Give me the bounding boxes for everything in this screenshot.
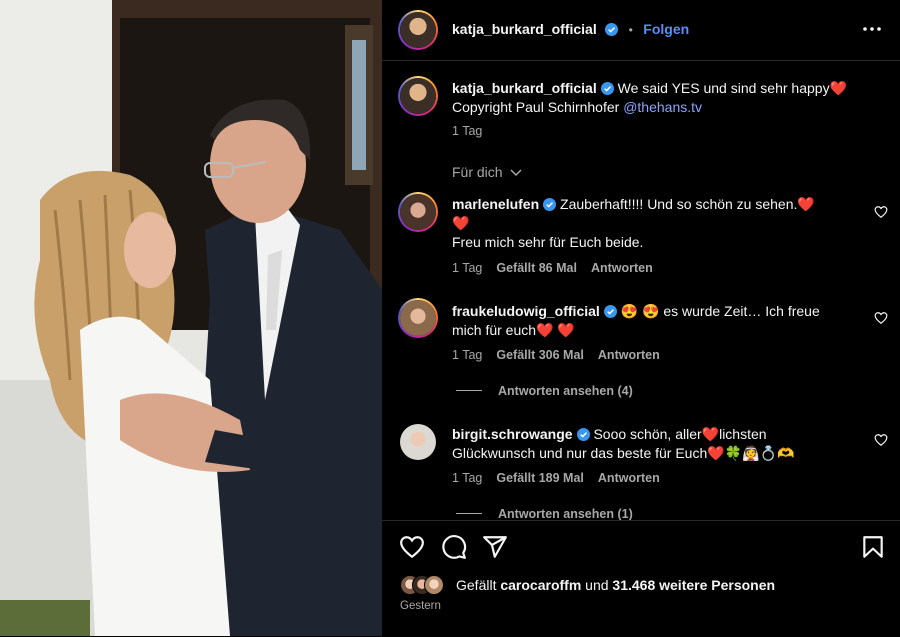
comment-likes[interactable]: Gefällt 189 Mal (496, 471, 584, 485)
comment-text: fraukeludowig_official 😍 😍 es wurde Zeit… (452, 302, 862, 340)
heart-icon[interactable] (399, 534, 425, 560)
caption-copyright: Copyright Paul Schirnhofer (452, 99, 624, 115)
author-avatar[interactable] (398, 10, 438, 50)
comment-body: ❤️ (452, 215, 470, 231)
comment-reply-button[interactable]: Antworten (598, 348, 660, 362)
verified-badge-icon (543, 198, 557, 211)
comment-reply-button[interactable]: Antworten (598, 471, 660, 485)
comment-likes[interactable]: Gefällt 86 Mal (496, 261, 577, 275)
wedding-photo-illustration (0, 0, 382, 636)
comment-body: Sooo schön, aller❤️lichsten (593, 426, 767, 442)
comment-likes[interactable]: Gefällt 306 Mal (496, 348, 584, 362)
verified-badge-icon (603, 305, 617, 318)
comments-list[interactable]: katja_burkard_official We said YES und s… (382, 60, 900, 520)
commenter-avatar[interactable] (400, 424, 436, 460)
verified-badge-icon (605, 23, 619, 36)
liker-avatars[interactable] (400, 575, 452, 595)
caption-username[interactable]: katja_burkard_official (452, 80, 597, 96)
post-header: katja_burkard_official • Folgen (382, 0, 900, 61)
separator-dot: • (628, 23, 633, 37)
chevron-down-icon (510, 169, 522, 177)
likes-mid: und (581, 577, 613, 593)
comment-reply-button[interactable]: Antworten (591, 261, 653, 275)
comment-text: birgit.schrowange Sooo schön, aller❤️lic… (452, 425, 862, 463)
comment-like-heart-icon[interactable] (874, 205, 888, 219)
follow-button[interactable]: Folgen (643, 21, 689, 37)
comment-time: 1 Tag (452, 261, 483, 275)
comment-time: 1 Tag (452, 471, 483, 485)
comment-like-heart-icon[interactable] (874, 433, 888, 447)
comment-username[interactable]: fraukeludowig_official (452, 303, 600, 319)
post-date: Gestern (400, 600, 441, 612)
post-side-panel: katja_burkard_official • Folgen katja_bu… (382, 0, 900, 637)
comment-username[interactable]: birgit.schrowange (452, 426, 573, 442)
comment-filter-dropdown[interactable]: Für dich (452, 164, 522, 180)
comment-text: marlenelufen Zauberhaft!!!! Und so schön… (452, 195, 862, 252)
comment-time: 1 Tag (452, 348, 483, 362)
caption-text: We said YES und sind sehr happy❤️ (617, 80, 848, 96)
comment-body: mich für euch❤️ ❤️ (452, 322, 575, 338)
comment-body: 😍 😍 es wurde Zeit… Ich freue (620, 303, 820, 319)
comment-meta: 1 Tag Gefällt 189 Mal Antworten (452, 471, 660, 485)
caption-mention-link[interactable]: @thehans.tv (623, 99, 702, 115)
comment-body: Freu mich sehr für Euch beide. (452, 234, 644, 250)
comment-body: Glückwunsch und nur das beste für Euch❤️… (452, 445, 795, 461)
verified-badge-icon (576, 428, 590, 441)
verified-badge-icon (600, 82, 614, 95)
instagram-post-view: katja_burkard_official • Folgen katja_bu… (0, 0, 900, 637)
comment-icon[interactable] (441, 534, 467, 560)
commenter-avatar[interactable] (398, 192, 438, 232)
comment-filter-label: Für dich (452, 164, 503, 180)
commenter-avatar[interactable] (398, 298, 438, 338)
view-replies-button[interactable]: Antworten ansehen (1) (456, 507, 633, 520)
comment-username[interactable]: marlenelufen (452, 196, 539, 212)
view-replies-button[interactable]: Antworten ansehen (4) (456, 384, 633, 398)
caption-time: 1 Tag (452, 124, 483, 138)
comment-meta: 1 Tag Gefällt 306 Mal Antworten (452, 348, 660, 362)
caption: katja_burkard_official We said YES und s… (452, 79, 862, 117)
bookmark-icon[interactable] (860, 534, 886, 560)
likes-prefix: Gefällt (456, 577, 501, 593)
post-actions-bar: Gefällt carocaroffm und 31.468 weitere P… (382, 520, 900, 637)
post-photo[interactable] (0, 0, 382, 636)
view-replies-label: Antworten ansehen (1) (498, 507, 633, 520)
share-icon[interactable] (482, 534, 508, 560)
author-username[interactable]: katja_burkard_official (452, 21, 597, 37)
likes-user-link[interactable]: carocaroffm (500, 577, 581, 593)
liker-avatar (424, 575, 444, 595)
more-options-icon[interactable] (862, 22, 882, 36)
view-replies-label: Antworten ansehen (4) (498, 384, 633, 398)
comment-body: Zauberhaft!!!! Und so schön zu sehen.❤️ (560, 196, 815, 212)
likes-count[interactable]: 31.468 weitere Personen (612, 577, 775, 593)
comment-like-heart-icon[interactable] (874, 311, 888, 325)
likes-summary[interactable]: Gefällt carocaroffm und 31.468 weitere P… (456, 577, 775, 593)
comment-meta: 1 Tag Gefällt 86 Mal Antworten (452, 261, 653, 275)
caption-author-avatar[interactable] (398, 76, 438, 116)
